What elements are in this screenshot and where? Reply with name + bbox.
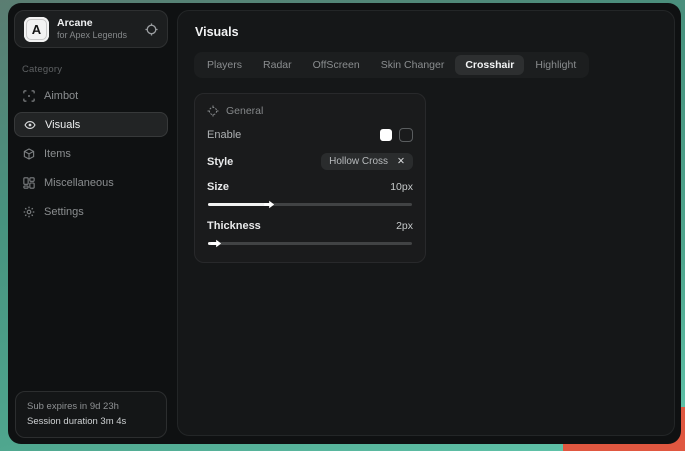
app-subtitle: for Apex Legends bbox=[57, 30, 127, 41]
tab-skin-changer[interactable]: Skin Changer bbox=[371, 55, 455, 75]
sidebar-item-miscellaneous[interactable]: Miscellaneous bbox=[14, 170, 168, 195]
app-header-card: A Arcane for Apex Legends bbox=[14, 10, 168, 48]
arcane-window: A Arcane for Apex Legends Category bbox=[8, 3, 681, 444]
visuals-icon bbox=[24, 119, 36, 131]
sidebar-item-label: Items bbox=[44, 148, 71, 160]
sidebar-item-visuals[interactable]: Visuals bbox=[14, 112, 168, 137]
general-settings-card: General Enable Style Hollow Cross ✕ bbox=[194, 93, 426, 263]
sidebar-item-label: Aimbot bbox=[44, 90, 78, 102]
items-icon bbox=[23, 148, 35, 160]
desktop-background: A Arcane for Apex Legends Category bbox=[0, 0, 685, 451]
sidebar-item-label: Visuals bbox=[45, 119, 80, 131]
enable-row: Enable bbox=[207, 128, 413, 142]
style-select[interactable]: Hollow Cross ✕ bbox=[321, 153, 413, 170]
tab-offscreen[interactable]: OffScreen bbox=[303, 55, 370, 75]
thickness-slider[interactable] bbox=[208, 239, 412, 248]
aimbot-icon bbox=[23, 90, 35, 102]
app-logo: A bbox=[24, 17, 49, 42]
size-label: Size bbox=[207, 181, 229, 193]
crosshair-target-icon[interactable] bbox=[145, 23, 158, 36]
style-row: Style Hollow Cross ✕ bbox=[207, 153, 413, 170]
thickness-label: Thickness bbox=[207, 220, 261, 232]
sidebar: A Arcane for Apex Legends Category bbox=[8, 3, 173, 444]
card-title: General bbox=[226, 105, 263, 117]
category-label: Category bbox=[22, 64, 162, 75]
app-name: Arcane bbox=[57, 17, 127, 30]
color-swatch[interactable] bbox=[380, 129, 392, 141]
subscription-info-card: Sub expires in 9d 23h Session duration 3… bbox=[15, 391, 167, 438]
tab-crosshair[interactable]: Crosshair bbox=[455, 55, 524, 75]
sidebar-item-label: Settings bbox=[44, 206, 84, 218]
app-title-block: Arcane for Apex Legends bbox=[57, 17, 127, 41]
slider-thumb[interactable] bbox=[264, 200, 274, 209]
sub-expires-text: Sub expires in 9d 23h bbox=[27, 399, 155, 414]
thickness-row: Thickness 2px bbox=[207, 220, 413, 232]
slider-track bbox=[208, 242, 412, 245]
enable-label: Enable bbox=[207, 129, 241, 141]
main-panel: Visuals Players Radar OffScreen Skin Cha… bbox=[177, 10, 675, 436]
page-title: Visuals bbox=[195, 25, 658, 39]
thickness-value: 2px bbox=[396, 220, 413, 232]
tab-players[interactable]: Players bbox=[197, 55, 252, 75]
sidebar-item-label: Miscellaneous bbox=[44, 177, 114, 189]
slider-thumb[interactable] bbox=[211, 239, 221, 248]
sidebar-item-settings[interactable]: Settings bbox=[14, 199, 168, 224]
settings-gear-icon bbox=[23, 206, 35, 218]
clear-icon[interactable]: ✕ bbox=[397, 157, 405, 167]
tab-radar[interactable]: Radar bbox=[253, 55, 302, 75]
enable-checkbox[interactable] bbox=[399, 128, 413, 142]
size-value: 10px bbox=[390, 181, 413, 193]
size-slider[interactable] bbox=[208, 200, 412, 209]
size-row: Size 10px bbox=[207, 181, 413, 193]
visuals-tabbar: Players Radar OffScreen Skin Changer Cro… bbox=[194, 52, 589, 78]
sidebar-item-items[interactable]: Items bbox=[14, 141, 168, 166]
sidebar-item-aimbot[interactable]: Aimbot bbox=[14, 83, 168, 108]
general-crosshair-icon bbox=[207, 105, 219, 117]
session-duration-text: Session duration 3m 4s bbox=[27, 414, 155, 429]
tab-highlight[interactable]: Highlight bbox=[525, 55, 586, 75]
style-selected-value: Hollow Cross bbox=[329, 156, 388, 167]
style-label: Style bbox=[207, 156, 233, 168]
card-header: General bbox=[207, 105, 413, 117]
miscellaneous-icon bbox=[23, 177, 35, 189]
slider-fill bbox=[208, 203, 269, 206]
